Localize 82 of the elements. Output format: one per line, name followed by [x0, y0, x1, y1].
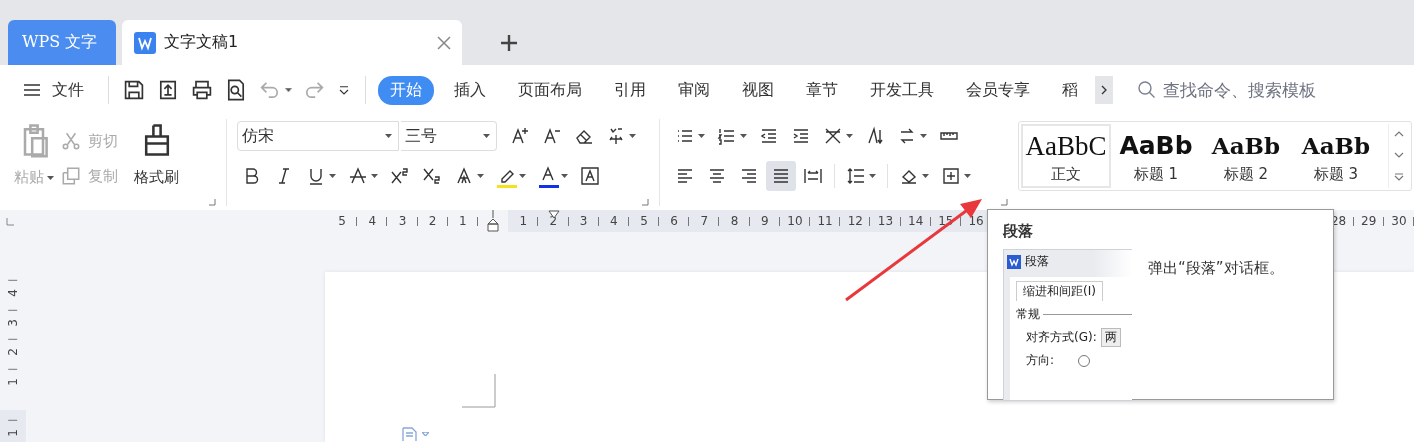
font-size-dropdown[interactable]: 三号	[401, 121, 497, 151]
caret-icon	[285, 88, 292, 92]
search-icon	[1137, 80, 1157, 100]
superscript-icon	[390, 166, 410, 186]
caret-icon	[329, 174, 336, 178]
align-right-icon	[739, 166, 759, 186]
caret-icon	[846, 134, 853, 138]
grow-font-icon	[510, 126, 530, 146]
dialog-title: 段落	[1025, 253, 1049, 270]
caret-icon	[483, 134, 490, 138]
tooltip-title: 段落	[1003, 222, 1034, 241]
tab-title: WPS 文字	[22, 32, 99, 53]
caret-icon	[922, 174, 929, 178]
style-option[interactable]: AaBb 标题 2	[1201, 124, 1291, 188]
copy-icon	[60, 165, 82, 187]
font-color-bar	[539, 185, 559, 188]
style-option[interactable]: AaBb 标题 3	[1291, 124, 1381, 188]
borders-icon	[941, 166, 961, 186]
file-menu-button[interactable]: 文件	[22, 79, 84, 101]
scissors-icon	[60, 130, 82, 152]
section-label: 常规	[1016, 306, 1040, 323]
document-icon	[401, 427, 419, 441]
style-option[interactable]: AaBbC 正文	[1021, 124, 1111, 188]
close-icon[interactable]	[436, 34, 452, 51]
print-icon	[190, 78, 214, 102]
ribbon-tab[interactable]: 插入	[442, 75, 498, 105]
ribbon-tab[interactable]: 页面布局	[506, 75, 594, 105]
ribbon-tab[interactable]: 开发工具	[858, 75, 946, 105]
scroll-up-icon[interactable]	[1394, 131, 1404, 138]
margin-corner-mark	[462, 374, 496, 408]
ribbon-tab[interactable]: 审阅	[666, 75, 722, 105]
style-option[interactable]: AaBb 标题 1	[1111, 124, 1201, 188]
character-border-icon	[580, 166, 600, 186]
ribbon-tab[interactable]: 章节	[794, 75, 850, 105]
app-logo-icon	[1007, 254, 1021, 269]
align-center-icon	[707, 166, 727, 186]
numbered-list-icon	[717, 126, 737, 146]
increase-indent-icon	[791, 126, 811, 146]
text-effect-icon	[454, 166, 474, 186]
shrink-font-icon	[542, 126, 562, 146]
align-left-icon	[675, 166, 695, 186]
document-logo-icon	[134, 31, 156, 54]
caret-icon	[385, 134, 392, 138]
line-spacing-icon	[846, 166, 866, 186]
indent-marker-icon[interactable]	[486, 210, 499, 232]
caret-icon	[477, 174, 484, 178]
strikethrough-icon	[348, 166, 368, 186]
justify-button[interactable]	[766, 161, 796, 191]
field-label: 对齐方式(G):	[1026, 329, 1097, 346]
caret-icon	[422, 432, 429, 436]
new-tab-icon[interactable]	[500, 34, 518, 52]
caret-icon	[698, 134, 705, 138]
caret-icon	[371, 174, 378, 178]
caret-icon	[519, 174, 526, 178]
decrease-indent-icon	[759, 126, 779, 146]
expand-gallery-icon[interactable]	[1394, 172, 1404, 181]
scroll-down-icon[interactable]	[1394, 152, 1404, 158]
caret-icon	[47, 175, 54, 180]
caret-icon	[740, 134, 747, 138]
alignment-field: 两	[1100, 328, 1121, 347]
caret-icon	[561, 174, 568, 178]
tab-title: 文字文稿1	[164, 32, 240, 53]
ribbon-tab[interactable]: 会员专享	[954, 75, 1042, 105]
ribbon-tab[interactable]: 引用	[602, 75, 658, 105]
highlight-color-bar	[497, 185, 517, 188]
caret-icon	[964, 174, 971, 178]
text-direction-icon	[865, 126, 885, 146]
format-painter-button[interactable]: 格式刷	[134, 120, 179, 187]
distributed-icon	[803, 166, 823, 186]
document-tab[interactable]: 文字文稿1	[122, 20, 462, 65]
field-label: 方向:	[1026, 352, 1055, 369]
caret-icon	[629, 134, 636, 138]
caret-icon	[869, 174, 876, 178]
save-icon	[122, 78, 146, 102]
justify-icon	[771, 166, 791, 186]
tooltip-description: 弹出“段落”对话框。	[1148, 258, 1284, 279]
font-family-dropdown[interactable]: 仿宋	[237, 121, 399, 151]
ribbon-tab[interactable]: 稻	[1050, 75, 1090, 105]
ribbon-tab[interactable]: 视图	[730, 75, 786, 105]
caret-icon	[920, 134, 927, 138]
command-search-field[interactable]: 查找命令、搜索模板	[1137, 79, 1375, 101]
subscript-icon	[422, 166, 442, 186]
